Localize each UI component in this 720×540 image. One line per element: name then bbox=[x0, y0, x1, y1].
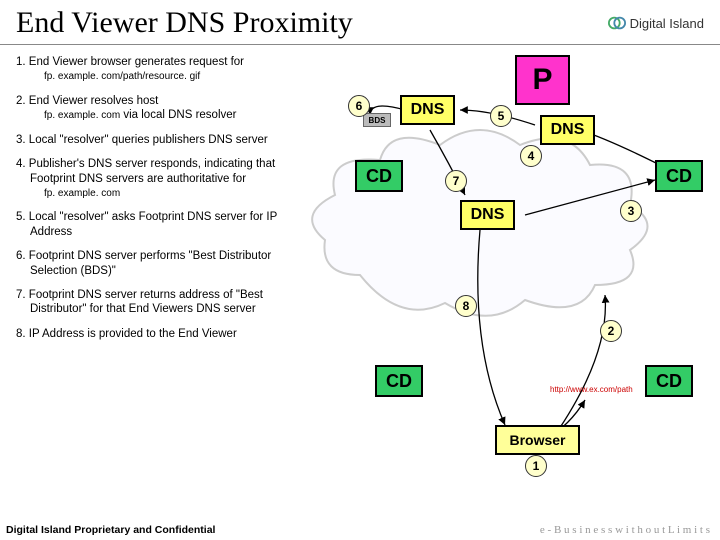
publisher-box: P bbox=[515, 55, 570, 105]
title-bar: End Viewer DNS Proximity Digital Island bbox=[0, 0, 720, 45]
step-marker-2: 2 bbox=[600, 320, 622, 342]
step-marker-4: 4 bbox=[520, 145, 542, 167]
dns-box-mid: DNS bbox=[460, 200, 515, 230]
step-4: 4. Publisher's DNS server responds, indi… bbox=[16, 157, 292, 200]
step-5: 5. Local "resolver" asks Footprint DNS s… bbox=[16, 210, 292, 239]
bds-badge: BDS bbox=[363, 113, 391, 127]
step-6: 6. Footprint DNS server performs "Best D… bbox=[16, 249, 292, 278]
step-3: 3. Local "resolver" queries publishers D… bbox=[16, 133, 292, 147]
tagline: e - B u s i n e s s w i t h o u t L i m … bbox=[540, 524, 710, 536]
step-8: 8. IP Address is provided to the End Vie… bbox=[16, 327, 292, 341]
step-1: 1. End Viewer browser generates request … bbox=[16, 55, 292, 84]
brand-text: Digital Island bbox=[630, 16, 704, 31]
cd-box-3: CD bbox=[375, 365, 423, 397]
cd-box-1: CD bbox=[355, 160, 403, 192]
step-2: 2. End Viewer resolves host fp. example.… bbox=[16, 94, 292, 123]
step-marker-7: 7 bbox=[445, 170, 467, 192]
step-7: 7. Footprint DNS server returns address … bbox=[16, 288, 292, 317]
globe-icon bbox=[608, 14, 626, 32]
footer-text: Digital Island Proprietary and Confident… bbox=[6, 524, 215, 536]
step-marker-3: 3 bbox=[620, 200, 642, 222]
steps-list: 1. End Viewer browser generates request … bbox=[0, 45, 300, 505]
browser-box: Browser bbox=[495, 425, 580, 455]
cd-box-4: CD bbox=[645, 365, 693, 397]
dns-box-right: DNS bbox=[540, 115, 595, 145]
step-marker-6: 6 bbox=[348, 95, 370, 117]
page-title: End Viewer DNS Proximity bbox=[16, 6, 353, 40]
brand: Digital Island bbox=[608, 14, 704, 32]
url-label: http://www.ex.com/path bbox=[550, 385, 633, 394]
step-marker-5: 5 bbox=[490, 105, 512, 127]
cd-box-2: CD bbox=[655, 160, 703, 192]
dns-box-top: DNS bbox=[400, 95, 455, 125]
step-marker-1: 1 bbox=[525, 455, 547, 477]
diagram: P DNS DNS DNS CD CD CD CD Browser BDS ht… bbox=[300, 45, 720, 505]
step-marker-8: 8 bbox=[455, 295, 477, 317]
